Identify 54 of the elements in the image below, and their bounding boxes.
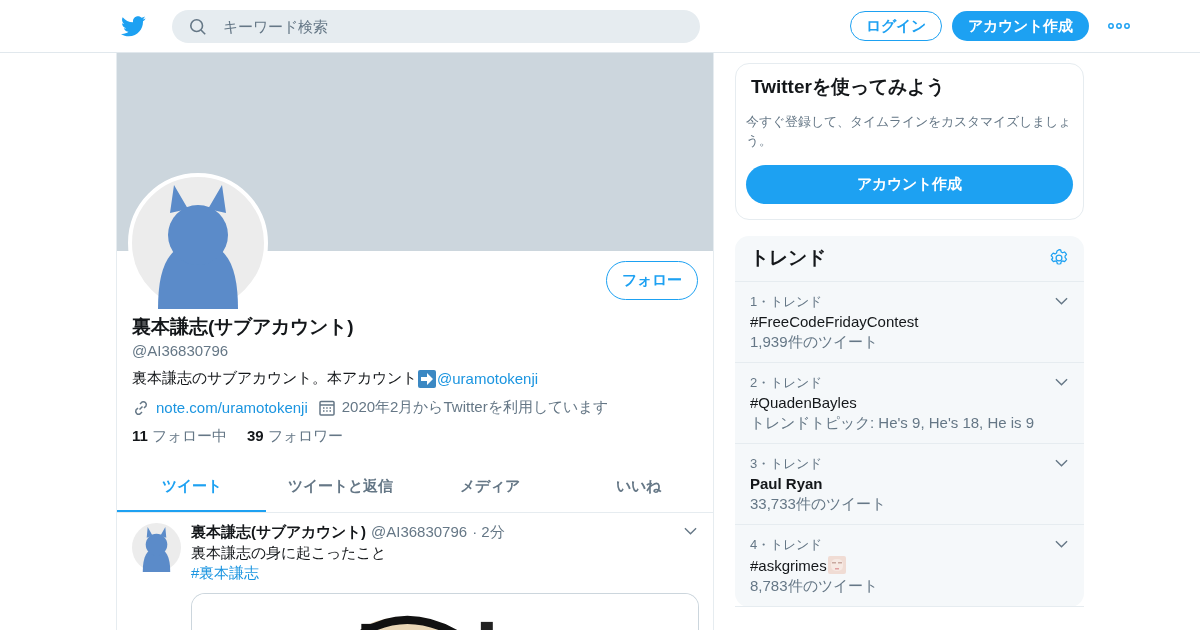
card-description: 今すぐ登録して、タイムラインをカスタマイズしましょう。 (746, 113, 1072, 150)
trend-item[interactable]: 2・トレンド #QuadenBayles トレンドトピック: He's 9, He's 18, He is 9 (735, 363, 1084, 444)
trend-rank: 4・トレンド (750, 536, 823, 554)
trend-rank: 2・トレンド (750, 374, 823, 392)
chevron-icon[interactable] (1055, 297, 1068, 305)
chevron-icon[interactable] (1055, 378, 1068, 386)
signup-button[interactable]: アカウント作成 (952, 11, 1089, 41)
bird-logo-icon[interactable] (121, 15, 146, 37)
chevron-icon[interactable] (684, 527, 697, 535)
website-link[interactable]: note.com/uramotokenji (156, 399, 308, 416)
profile-tab[interactable]: ツイート (117, 462, 266, 512)
profile-tab[interactable]: メディア (415, 462, 564, 512)
chevron-icon[interactable] (1055, 459, 1068, 467)
profile-bio: 裏本謙志のサブアカウント。本アカウント @uramotokenji (132, 369, 540, 388)
tweet-handle: @AI36830796 (371, 523, 468, 542)
search-field[interactable]: キーワード検索 (172, 9, 700, 43)
trend-meta: 8,783件のツイート (750, 577, 879, 596)
trend-meta: トレンドトピック: He's 9, He's 18, He is 9 (750, 414, 1036, 433)
joined-date: 2020年2月からTwitterを利用しています (341, 398, 608, 417)
following-count[interactable]: 11 フォロー中 (132, 427, 228, 446)
trend-name: Paul Ryan (750, 475, 823, 492)
trend-rank: 3・トレンド (750, 455, 823, 473)
trend-item[interactable]: 3・トレンド Paul Ryan 33,733件のツイート (735, 444, 1084, 525)
search-icon (189, 17, 207, 36)
profile-name: 裏本謙志(サブアカウント) (132, 315, 355, 339)
followers-count[interactable]: 39 フォロワー (247, 427, 343, 446)
account-link[interactable]: @uramotokenji (437, 370, 539, 387)
more-icon[interactable] (1108, 23, 1130, 29)
tweet-time: · 2分 (472, 523, 505, 542)
tweet-author: 裏本謙志(サブアカウント) (191, 523, 366, 542)
settings-icon[interactable] (1049, 248, 1069, 268)
avatar-icon (132, 523, 181, 572)
profile-tab[interactable]: ツイートと返信 (266, 462, 415, 512)
trend-name: #askgrimes (750, 556, 827, 574)
trend-item[interactable]: 1・トレンド #FreeCodeFridayContest 1,939件のツイート (735, 282, 1084, 363)
trend-rank: 1・トレンド (750, 293, 823, 311)
trends-title: トレンド (750, 246, 826, 270)
profile-tab[interactable]: いいね (564, 462, 713, 512)
follow-button[interactable]: フォロー (606, 261, 698, 300)
login-button[interactable]: ログイン (850, 11, 942, 41)
arrow-icon (418, 369, 436, 388)
profile-handle: @AI36830796 (132, 342, 230, 359)
trend-name: #QuadenBayles (750, 394, 857, 411)
trend-meta: 33,733件のツイート (750, 495, 887, 514)
calendar-icon (317, 398, 336, 417)
hashtag-link[interactable]: #裏本謙志 (191, 564, 260, 583)
signup-button[interactable]: アカウント作成 (746, 165, 1073, 204)
link-icon (132, 398, 150, 417)
trend-name: #FreeCodeFridayContest (750, 313, 919, 330)
card-title: Twitterを使ってみよう (750, 75, 946, 99)
chevron-icon[interactable] (1055, 540, 1068, 548)
trend-meta: 1,939件のツイート (750, 333, 879, 352)
tweet-text: 裏本謙志の身に起こったこと (191, 544, 386, 563)
trend-item[interactable]: 4・トレンド #askgrimes 8,783件のツイート (735, 525, 1084, 607)
